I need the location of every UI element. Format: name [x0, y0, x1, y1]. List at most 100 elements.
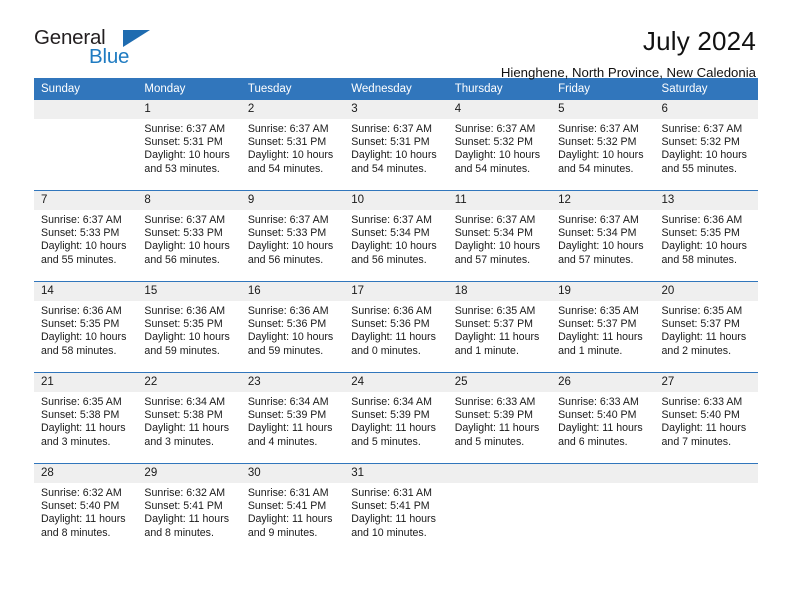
day-number: 4 — [447, 100, 552, 119]
day-cell[interactable]: 19 Sunrise: 6:35 AM Sunset: 5:37 PM Dayligh… — [551, 282, 655, 372]
general-blue-logo[interactable]: General Blue — [34, 26, 164, 72]
sunset-text: Sunset: 5:41 PM — [144, 500, 223, 513]
day-cell[interactable]: 21 Sunrise: 6:35 AM Sunset: 5:38 PM Dayligh… — [34, 373, 138, 463]
day-cell[interactable]: 28 Sunrise: 6:32 AM Sunset: 5:40 PM Dayligh… — [34, 464, 138, 554]
daylight-text-line2: and 57 minutes. — [454, 253, 531, 266]
sunset-text: Sunset: 5:37 PM — [454, 318, 534, 331]
day-details: Sunrise: 6:37 AM Sunset: 5:34 PM Daylight:… — [551, 210, 654, 267]
calendar-cell — [654, 463, 758, 554]
calendar-cell: 11 Sunrise: 6:37 AM Sunset: 5:34 PM Dayligh… — [447, 190, 552, 282]
calendar-cell: 7 Sunrise: 6:37 AM Sunset: 5:33 PM Daylight… — [34, 190, 138, 282]
daylight-text-line1: Daylight: 10 hours — [558, 149, 644, 162]
day-cell[interactable]: 26 Sunrise: 6:33 AM Sunset: 5:40 PM Dayligh… — [551, 373, 655, 463]
sunrise-text: Sunrise: 6:37 AM — [558, 214, 639, 226]
day-cell[interactable]: 2 Sunrise: 6:37 AM Sunset: 5:31 PM Daylight… — [240, 100, 345, 190]
day-cell[interactable]: 10 Sunrise: 6:37 AM Sunset: 5:34 PM Dayligh… — [344, 191, 448, 281]
page-header: General Blue July 2024 Hienghene, North … — [34, 0, 758, 80]
sunrise-text: Sunrise: 6:36 AM — [661, 214, 743, 226]
day-details: Sunrise: 6:37 AM Sunset: 5:33 PM Daylight:… — [34, 210, 137, 267]
day-number: 9 — [240, 191, 345, 210]
calendar-cell: 29 Sunrise: 6:32 AM Sunset: 5:41 PM Dayligh… — [137, 463, 241, 554]
daylight-text-line1: Daylight: 11 hours — [558, 422, 643, 435]
daylight-text-line1: Daylight: 11 hours — [558, 331, 643, 344]
day-number: 15 — [137, 282, 241, 301]
sunset-text: Sunset: 5:34 PM — [558, 227, 637, 240]
sunrise-text: Sunrise: 6:37 AM — [454, 123, 536, 135]
calendar-week-row: 21 Sunrise: 6:35 AM Sunset: 5:38 PM Dayligh… — [34, 372, 758, 464]
day-details: Sunrise: 6:37 AM Sunset: 5:31 PM Daylight:… — [344, 119, 447, 176]
calendar-cell: 23 Sunrise: 6:34 AM Sunset: 5:39 PM Dayligh… — [240, 372, 345, 464]
sunset-text: Sunset: 5:37 PM — [558, 318, 637, 331]
calendar-cell: 28 Sunrise: 6:32 AM Sunset: 5:40 PM Dayligh… — [34, 463, 138, 554]
day-cell[interactable]: 1 Sunrise: 6:37 AM Sunset: 5:31 PM Daylight… — [137, 100, 241, 190]
daylight-text-line1: Daylight: 10 hours — [41, 240, 127, 253]
daylight-text-line2: and 5 minutes. — [351, 435, 421, 448]
calendar-cell — [447, 463, 552, 554]
day-cell[interactable]: 24 Sunrise: 6:34 AM Sunset: 5:39 PM Dayligh… — [344, 373, 448, 463]
day-cell[interactable]: 7 Sunrise: 6:37 AM Sunset: 5:33 PM Daylight… — [34, 191, 138, 281]
day-cell[interactable]: 22 Sunrise: 6:34 AM Sunset: 5:38 PM Dayligh… — [137, 373, 241, 463]
calendar-week-row: 1 Sunrise: 6:37 AM Sunset: 5:31 PM Daylight… — [34, 100, 758, 191]
day-number: 30 — [240, 464, 345, 483]
day-number: 10 — [344, 191, 448, 210]
calendar-cell: 3 Sunrise: 6:37 AM Sunset: 5:31 PM Daylight… — [344, 100, 448, 191]
daylight-text-line1: Daylight: 10 hours — [247, 149, 334, 162]
weekday-header-sunday: Sunday — [34, 78, 138, 100]
day-cell[interactable]: 4 Sunrise: 6:37 AM Sunset: 5:32 PM Daylight… — [447, 100, 552, 190]
daylight-text-line1: Daylight: 11 hours — [247, 422, 333, 435]
day-details: Sunrise: 6:34 AM Sunset: 5:39 PM Daylight:… — [241, 392, 344, 449]
day-cell-empty — [447, 464, 552, 554]
daylight-text-line1: Daylight: 10 hours — [454, 149, 541, 162]
day-cell[interactable]: 8 Sunrise: 6:37 AM Sunset: 5:33 PM Daylight… — [137, 191, 241, 281]
calendar-cell: 22 Sunrise: 6:34 AM Sunset: 5:38 PM Dayligh… — [137, 372, 241, 464]
day-cell-empty — [34, 100, 138, 190]
daylight-text-line1: Daylight: 11 hours — [661, 331, 747, 344]
daylight-text-line1: Daylight: 10 hours — [41, 331, 127, 344]
sunset-text: Sunset: 5:41 PM — [351, 500, 430, 513]
daylight-text-line2: and 55 minutes. — [41, 253, 117, 266]
daylight-text-line1: Daylight: 10 hours — [144, 149, 230, 162]
daylight-text-line1: Daylight: 10 hours — [661, 149, 747, 162]
daylight-text-line2: and 57 minutes. — [558, 253, 634, 266]
daylight-text-line2: and 3 minutes. — [144, 435, 214, 448]
day-cell[interactable]: 13 Sunrise: 6:36 AM Sunset: 5:35 PM Dayligh… — [654, 191, 758, 281]
sunrise-text: Sunrise: 6:32 AM — [144, 487, 226, 499]
sunrise-text: Sunrise: 6:37 AM — [144, 123, 226, 135]
brand-name-blue: Blue — [89, 45, 130, 68]
day-cell[interactable]: 5 Sunrise: 6:37 AM Sunset: 5:32 PM Daylight… — [551, 100, 655, 190]
daylight-text-line1: Daylight: 10 hours — [351, 240, 437, 253]
day-cell[interactable]: 29 Sunrise: 6:32 AM Sunset: 5:41 PM Dayligh… — [137, 464, 241, 554]
sunrise-text: Sunrise: 6:35 AM — [661, 305, 743, 317]
day-cell[interactable]: 17 Sunrise: 6:36 AM Sunset: 5:36 PM Dayligh… — [344, 282, 448, 372]
daylight-text-line1: Daylight: 11 hours — [661, 422, 747, 435]
daylight-text-line2: and 1 minute. — [454, 344, 519, 357]
day-cell[interactable]: 23 Sunrise: 6:34 AM Sunset: 5:39 PM Dayligh… — [240, 373, 345, 463]
calendar-cell: 17 Sunrise: 6:36 AM Sunset: 5:36 PM Dayligh… — [344, 281, 448, 373]
day-cell[interactable]: 18 Sunrise: 6:35 AM Sunset: 5:37 PM Dayligh… — [447, 282, 552, 372]
calendar-week-row: 14 Sunrise: 6:36 AM Sunset: 5:35 PM Dayligh… — [34, 281, 758, 373]
day-cell[interactable]: 11 Sunrise: 6:37 AM Sunset: 5:34 PM Dayligh… — [447, 191, 552, 281]
day-number: 12 — [551, 191, 655, 210]
day-cell[interactable]: 6 Sunrise: 6:37 AM Sunset: 5:32 PM Daylight… — [654, 100, 758, 190]
day-cell[interactable]: 9 Sunrise: 6:37 AM Sunset: 5:33 PM Daylight… — [240, 191, 345, 281]
day-cell[interactable]: 16 Sunrise: 6:36 AM Sunset: 5:36 PM Dayligh… — [240, 282, 345, 372]
sunset-text: Sunset: 5:32 PM — [454, 136, 534, 149]
day-cell[interactable]: 20 Sunrise: 6:35 AM Sunset: 5:37 PM Dayligh… — [654, 282, 758, 372]
sunset-text: Sunset: 5:36 PM — [351, 318, 430, 331]
sunrise-text: Sunrise: 6:37 AM — [454, 214, 536, 226]
daylight-text-line2: and 54 minutes. — [247, 162, 324, 175]
daylight-text-line1: Daylight: 10 hours — [144, 240, 230, 253]
day-cell[interactable]: 12 Sunrise: 6:37 AM Sunset: 5:34 PM Dayligh… — [551, 191, 655, 281]
day-cell[interactable]: 31 Sunrise: 6:31 AM Sunset: 5:41 PM Dayligh… — [344, 464, 448, 554]
day-number: 27 — [654, 373, 758, 392]
day-details: Sunrise: 6:33 AM Sunset: 5:40 PM Daylight:… — [655, 392, 758, 449]
day-cell[interactable]: 15 Sunrise: 6:36 AM Sunset: 5:35 PM Dayligh… — [137, 282, 241, 372]
daylight-text-line1: Daylight: 11 hours — [144, 513, 230, 526]
day-details: Sunrise: 6:36 AM Sunset: 5:35 PM Daylight:… — [655, 210, 758, 267]
day-cell[interactable]: 3 Sunrise: 6:37 AM Sunset: 5:31 PM Daylight… — [344, 100, 448, 190]
day-cell[interactable]: 14 Sunrise: 6:36 AM Sunset: 5:35 PM Dayligh… — [34, 282, 138, 372]
day-cell[interactable]: 27 Sunrise: 6:33 AM Sunset: 5:40 PM Dayligh… — [654, 373, 758, 463]
day-cell[interactable]: 25 Sunrise: 6:33 AM Sunset: 5:39 PM Dayligh… — [447, 373, 552, 463]
day-cell[interactable]: 30 Sunrise: 6:31 AM Sunset: 5:41 PM Dayligh… — [240, 464, 345, 554]
sunrise-text: Sunrise: 6:36 AM — [247, 305, 329, 317]
